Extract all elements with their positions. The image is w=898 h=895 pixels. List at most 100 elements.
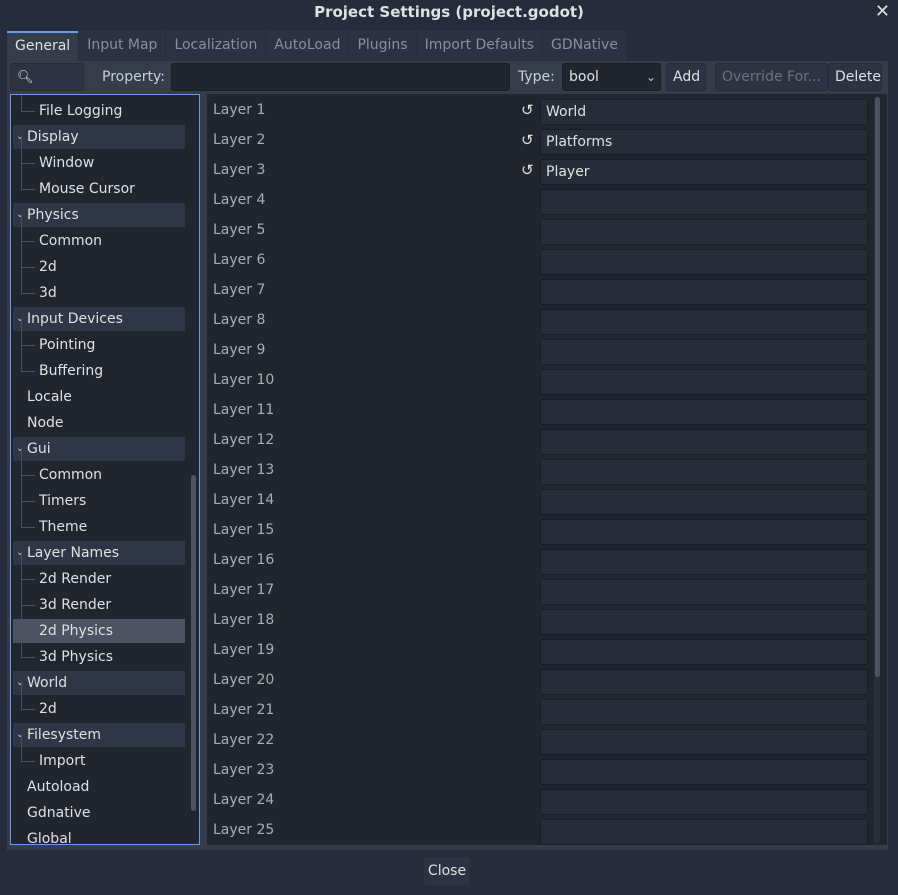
tree-guide-line — [21, 189, 35, 190]
property-value-field[interactable] — [540, 549, 868, 575]
tree-item-file-logging[interactable]: File Logging — [13, 99, 185, 123]
revert-icon[interactable]: ↺ — [521, 101, 534, 119]
tree-item-label: Theme — [39, 519, 88, 535]
property-value-field[interactable] — [540, 399, 868, 425]
tab-plugins[interactable]: Plugins — [349, 31, 416, 61]
revert-icon[interactable]: ↺ — [521, 161, 534, 179]
delete-button[interactable]: Delete — [828, 63, 882, 91]
inspector-scrollbar[interactable] — [875, 97, 880, 677]
tree-item-locale[interactable]: Locale — [13, 385, 185, 409]
property-row: Layer 22 — [207, 726, 872, 756]
tree-item-timers[interactable]: Timers — [13, 489, 185, 513]
tree-item-input-devices[interactable]: ⌄Input Devices — [13, 307, 185, 331]
property-value-field[interactable] — [540, 249, 868, 275]
revert-icon[interactable]: ↺ — [521, 131, 534, 149]
tree-guide-line — [21, 137, 22, 164]
property-value-field[interactable] — [540, 699, 868, 725]
settings-section-tree[interactable]: File Logging ⌄Display Window Mouse Cursor ⌄P… — [10, 94, 200, 845]
override-for-button[interactable]: Override For... — [715, 63, 828, 91]
property-name: Layer 17 — [213, 582, 275, 598]
property-value-field[interactable] — [540, 819, 868, 845]
close-button[interactable]: Close — [424, 857, 470, 885]
tree-item-gdnative[interactable]: Gdnative — [13, 801, 185, 825]
tab-localization[interactable]: Localization — [166, 31, 266, 61]
property-name: Layer 5 — [213, 222, 266, 238]
tree-item-theme[interactable]: Theme — [13, 515, 185, 539]
property-value-field[interactable] — [540, 729, 868, 755]
tree-item-label: 2d — [39, 701, 57, 717]
tab-import-defaults[interactable]: Import Defaults — [416, 31, 542, 61]
tree-item-node[interactable]: Node — [13, 411, 185, 435]
tree-item-autoload[interactable]: Autoload — [13, 775, 185, 799]
tree-guide-line — [21, 215, 22, 242]
search-button[interactable]: 🔍︎Search — [10, 63, 84, 112]
tree-item-label: Import — [39, 753, 86, 769]
tree-item-physics[interactable]: ⌄Physics — [13, 203, 185, 227]
property-name: Layer 18 — [213, 612, 275, 628]
tree-item-filesystem[interactable]: ⌄Filesystem — [13, 723, 185, 747]
property-value-field[interactable] — [540, 669, 868, 695]
tree-item-label: World — [27, 675, 68, 691]
property-value-field[interactable] — [540, 369, 868, 395]
property-name: Layer 12 — [213, 432, 275, 448]
property-value-field[interactable]: Platforms — [540, 129, 868, 155]
property-name: Layer 15 — [213, 522, 275, 538]
tree-item-window[interactable]: Window — [13, 151, 185, 175]
close-icon[interactable]: ✕ — [875, 1, 890, 22]
property-value-field[interactable] — [540, 639, 868, 665]
property-value-field[interactable] — [540, 189, 868, 215]
tree-item-label: Mouse Cursor — [39, 181, 135, 197]
tree-item-common[interactable]: Common — [13, 463, 185, 487]
property-input[interactable] — [171, 63, 510, 91]
property-value-field[interactable]: World — [540, 99, 868, 125]
property-value-field[interactable]: Player — [540, 159, 868, 185]
tree-item-mouse-cursor[interactable]: Mouse Cursor — [13, 177, 185, 201]
tree-guide-line — [21, 267, 35, 268]
tree-item-3d[interactable]: 3d — [13, 281, 185, 305]
tab-gdnative[interactable]: GDNative — [542, 31, 626, 61]
tree-item-buffering[interactable]: Buffering — [13, 359, 185, 383]
tree-item-3d-physics[interactable]: 3d Physics — [13, 645, 185, 669]
tree-item-import[interactable]: Import — [13, 749, 185, 773]
tree-item-label: 2d Render — [39, 571, 112, 587]
tree-item-display[interactable]: ⌄Display — [13, 125, 185, 149]
tree-item-pointing[interactable]: Pointing — [13, 333, 185, 357]
property-value-field[interactable] — [540, 759, 868, 785]
tree-item-2d-render[interactable]: 2d Render — [13, 567, 185, 591]
property-name: Layer 9 — [213, 342, 266, 358]
tab-autoload[interactable]: AutoLoad — [266, 31, 349, 61]
tab-general[interactable]: General — [7, 31, 79, 61]
tree-item-layer-names[interactable]: ⌄Layer Names — [13, 541, 185, 565]
property-value-field[interactable] — [540, 219, 868, 245]
property-value-field[interactable] — [540, 489, 868, 515]
property-row: Layer 5 — [207, 216, 872, 246]
property-value-field[interactable] — [540, 459, 868, 485]
tree-item-2d[interactable]: 2d — [13, 697, 185, 721]
property-row: Layer 13 — [207, 456, 872, 486]
property-value-field[interactable] — [540, 429, 868, 455]
add-button[interactable]: Add — [666, 63, 706, 91]
type-select[interactable]: bool ⌄ — [562, 63, 661, 91]
property-value-field[interactable] — [540, 579, 868, 605]
tree-item-gui[interactable]: ⌄Gui — [13, 437, 185, 461]
property-value-field[interactable] — [540, 519, 868, 545]
tree-item-common[interactable]: Common — [13, 229, 185, 253]
tree-guide-line — [21, 631, 22, 658]
tree-item-3d-render[interactable]: 3d Render — [13, 593, 185, 617]
property-value-field[interactable] — [540, 309, 868, 335]
property-value-field[interactable] — [540, 279, 868, 305]
tree-item-global[interactable]: Global — [13, 827, 185, 844]
property-value-field[interactable] — [540, 609, 868, 635]
tree-item-2d-physics[interactable]: 2d Physics — [13, 619, 185, 643]
tree-item-label: Filesystem — [27, 727, 102, 743]
tree-scrollbar[interactable] — [191, 475, 196, 811]
property-value-field[interactable] — [540, 789, 868, 815]
tree-item-world[interactable]: ⌄World — [13, 671, 185, 695]
property-name: Layer 23 — [213, 762, 275, 778]
property-row: Layer 24 — [207, 786, 872, 816]
tree-guide-line — [21, 345, 22, 372]
tab-input-map[interactable]: Input Map — [79, 31, 166, 61]
property-value-field[interactable] — [540, 339, 868, 365]
property-row: Layer 20 — [207, 666, 872, 696]
tree-item-2d[interactable]: 2d — [13, 255, 185, 279]
